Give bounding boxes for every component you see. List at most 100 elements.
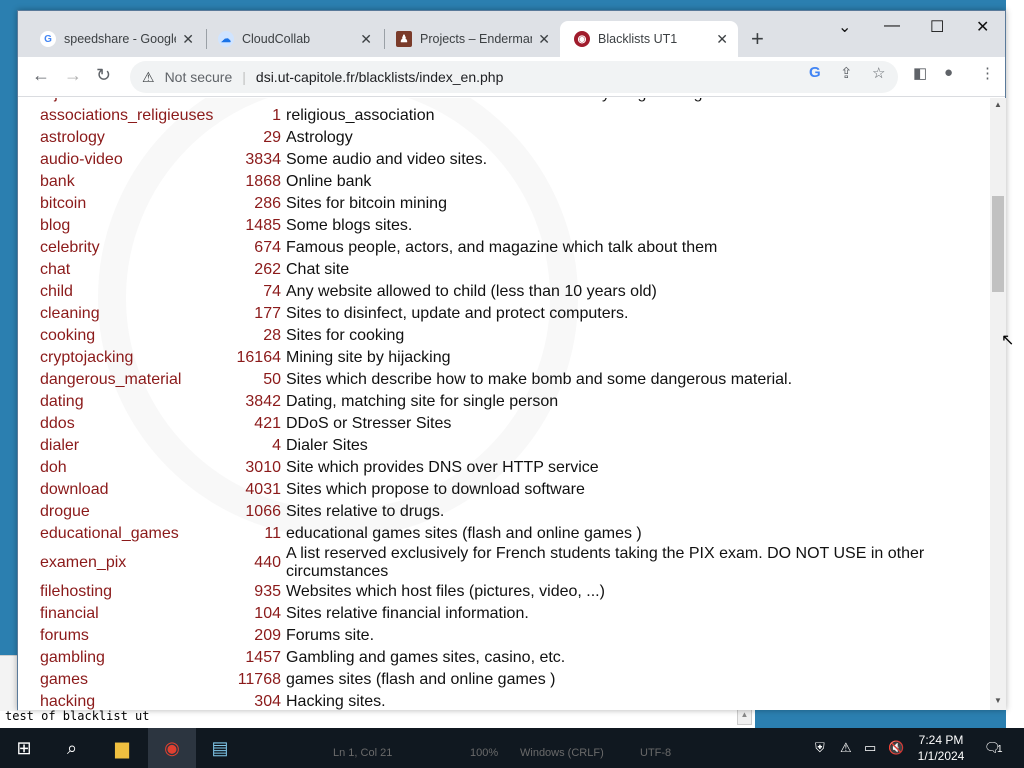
category-link[interactable]: astrology (38, 127, 224, 149)
category-link[interactable]: ddos (38, 413, 224, 435)
back-button[interactable]: ← (32, 65, 50, 86)
category-link[interactable]: bank (38, 171, 224, 193)
category-count[interactable]: 1066 (224, 501, 284, 523)
category-link[interactable]: celebrity (38, 237, 224, 259)
category-count[interactable]: 304 (224, 691, 284, 710)
category-count[interactable]: 74 (224, 281, 284, 303)
google-lens-icon[interactable]: G (809, 64, 821, 81)
category-count[interactable]: 28 (224, 325, 284, 347)
network-icon[interactable]: ▭ (864, 740, 876, 756)
category-link[interactable]: dating (38, 391, 224, 413)
category-link[interactable]: arjel (38, 98, 224, 105)
scroll-up-icon[interactable]: ▲ (994, 100, 1002, 109)
category-link[interactable]: cooking (38, 325, 224, 347)
volume-muted-icon[interactable]: 🔇 (888, 740, 904, 756)
category-count[interactable]: 935 (224, 581, 284, 603)
profile-avatar-icon[interactable]: ● (944, 64, 953, 81)
category-link[interactable]: gambling (38, 647, 224, 669)
tab-speedshare[interactable]: G speedshare - Google ✕ (26, 21, 204, 57)
file-explorer-icon[interactable]: ▆ (110, 736, 134, 760)
share-icon[interactable]: ⇪ (840, 64, 853, 82)
scroll-down-icon[interactable]: ▼ (994, 696, 1002, 705)
category-count[interactable]: 3010 (224, 457, 284, 479)
warning-icon[interactable]: ⚠ (142, 69, 155, 86)
category-link[interactable]: bitcoin (38, 193, 224, 215)
category-link[interactable]: audio-video (38, 149, 224, 171)
clock-date: 1/1/2024 (917, 749, 965, 763)
scrollbar-thumb[interactable] (992, 196, 1004, 292)
category-link[interactable]: financial (38, 603, 224, 625)
chrome-icon[interactable]: ◉ (160, 736, 184, 760)
network-warning-icon[interactable]: ⚠ (840, 740, 852, 756)
category-count[interactable]: 1457 (224, 647, 284, 669)
category-link[interactable]: download (38, 479, 224, 501)
side-panel-icon[interactable]: ◧ (913, 64, 927, 82)
close-window-button[interactable]: ✕ (976, 17, 989, 37)
search-icon[interactable]: ⌕ (60, 736, 84, 760)
category-link[interactable]: associations_religieuses (38, 105, 224, 127)
category-link[interactable]: cleaning (38, 303, 224, 325)
category-link[interactable]: games (38, 669, 224, 691)
category-count[interactable]: 29 (224, 127, 284, 149)
close-icon[interactable]: ✕ (538, 31, 550, 48)
security-label[interactable]: Not secure (165, 69, 233, 85)
category-link[interactable]: educational_games (38, 523, 224, 545)
maximize-button[interactable]: ☐ (930, 17, 944, 37)
close-icon[interactable]: ✕ (716, 31, 728, 48)
system-clock[interactable]: 7:24 PM 1/1/2024 (912, 732, 970, 764)
category-count[interactable]: 177 (224, 303, 284, 325)
bookmark-star-icon[interactable]: ☆ (872, 64, 885, 82)
category-count[interactable]: 421 (224, 413, 284, 435)
category-count[interactable]: 4 (224, 435, 284, 457)
category-count[interactable]: 1 (224, 105, 284, 127)
category-link[interactable]: doh (38, 457, 224, 479)
table-row: download 4031 Sites which propose to downl… (38, 479, 974, 501)
close-icon[interactable]: ✕ (182, 31, 194, 48)
category-count[interactable]: 56 (224, 98, 284, 105)
notepad-icon[interactable]: ▤ (208, 736, 232, 760)
category-count[interactable]: 3834 (224, 149, 284, 171)
category-count[interactable]: 440 (224, 545, 284, 581)
category-count[interactable]: 674 (224, 237, 284, 259)
category-count[interactable]: 286 (224, 193, 284, 215)
minimize-button[interactable]: — (884, 17, 900, 35)
reload-button[interactable]: ↻ (96, 65, 111, 86)
category-count[interactable]: 1868 (224, 171, 284, 193)
category-count[interactable]: 104 (224, 603, 284, 625)
page-scrollbar[interactable]: ▲ ▼ (990, 98, 1006, 710)
url-text[interactable]: dsi.ut-capitole.fr/blacklists/index_en.p… (256, 69, 503, 85)
category-count[interactable]: 11 (224, 523, 284, 545)
category-link[interactable]: dangerous_material (38, 369, 224, 391)
close-icon[interactable]: ✕ (360, 31, 372, 48)
category-link[interactable]: blog (38, 215, 224, 237)
category-link[interactable]: chat (38, 259, 224, 281)
notepad-text[interactable]: test of blacklist ut (5, 709, 150, 723)
tab-search-icon[interactable]: ⌄ (838, 17, 851, 37)
security-shield-icon[interactable]: ⛨ (815, 740, 825, 756)
category-count[interactable]: 16164 (224, 347, 284, 369)
tab-blacklists[interactable]: ◉ Blacklists UT1 ✕ (560, 21, 738, 57)
notepad-scroll-icon[interactable]: ▲ (737, 709, 752, 725)
category-link[interactable]: hacking (38, 691, 224, 710)
category-count[interactable]: 3842 (224, 391, 284, 413)
category-link[interactable]: child (38, 281, 224, 303)
category-count[interactable]: 50 (224, 369, 284, 391)
address-bar[interactable]: ⚠ Not secure | dsi.ut-capitole.fr/blackl… (130, 61, 898, 93)
category-link[interactable]: drogue (38, 501, 224, 523)
tab-projects[interactable]: ♟ Projects – Enderman ✕ (382, 21, 560, 57)
category-link[interactable]: dialer (38, 435, 224, 457)
menu-dots-icon[interactable]: ⋮ (980, 64, 995, 82)
category-link[interactable]: cryptojacking (38, 347, 224, 369)
forward-button[interactable]: → (64, 65, 82, 86)
category-count[interactable]: 1485 (224, 215, 284, 237)
new-tab-button[interactable]: + (751, 26, 764, 52)
category-count[interactable]: 209 (224, 625, 284, 647)
category-link[interactable]: filehosting (38, 581, 224, 603)
category-link[interactable]: examen_pix (38, 545, 224, 581)
tab-cloudcollab[interactable]: ☁ CloudCollab ✕ (204, 21, 382, 57)
windows-start-icon[interactable]: ⊞ (12, 736, 36, 760)
category-link[interactable]: forums (38, 625, 224, 647)
category-count[interactable]: 11768 (224, 669, 284, 691)
category-count[interactable]: 4031 (224, 479, 284, 501)
category-count[interactable]: 262 (224, 259, 284, 281)
